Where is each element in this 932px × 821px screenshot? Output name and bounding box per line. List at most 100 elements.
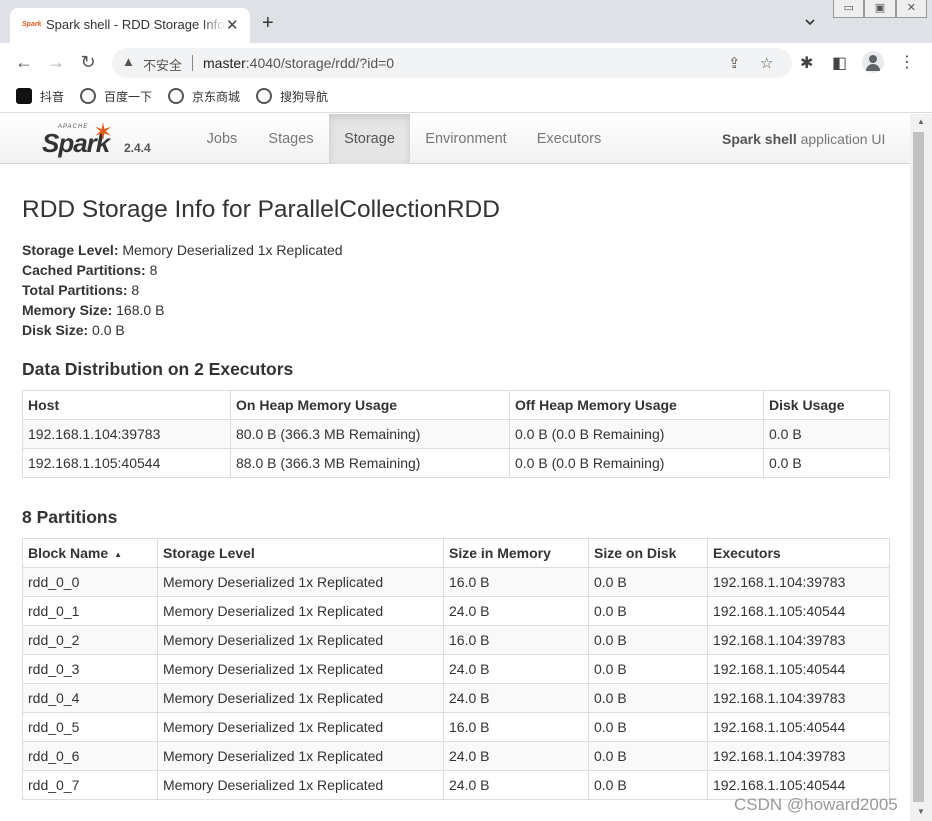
browser-tab[interactable]: Spark Spark shell - RDD Storage Info for…: [10, 8, 250, 43]
table-cell: rdd_0_5: [22, 712, 158, 742]
nav-stages[interactable]: Stages: [256, 114, 326, 164]
bookmark-label: 百度一下: [104, 90, 153, 104]
share-icon[interactable]: ⇪: [728, 54, 741, 72]
table-cell: 24.0 B: [443, 683, 589, 713]
new-tab-icon[interactable]: +: [262, 13, 274, 33]
spark-favicon-icon: Spark: [22, 21, 42, 28]
close-tab-icon[interactable]: ✕: [226, 16, 239, 34]
table-cell: rdd_0_1: [22, 596, 158, 626]
partitions-table: Block Name ▲ Storage Level Size in Memory…: [22, 538, 890, 800]
douyin-icon: [16, 88, 32, 104]
table-cell: rdd_0_3: [22, 654, 158, 684]
tab-strip: Spark Spark shell - RDD Storage Info for…: [0, 0, 932, 43]
side-panel-icon[interactable]: ◧: [832, 53, 847, 73]
table-cell: Memory Deserialized 1x Replicated: [157, 741, 444, 771]
close-window-icon[interactable]: ✕: [895, 0, 927, 18]
warning-icon[interactable]: ▲: [122, 54, 135, 69]
forward-arrow-icon[interactable]: →: [46, 52, 66, 72]
scroll-down-icon[interactable]: ▼: [917, 807, 925, 816]
security-label[interactable]: 不安全: [143, 55, 182, 74]
table-row: rdd_0_5 Memory Deserialized 1x Replicated…: [22, 712, 890, 742]
table-cell: 0.0 B: [588, 567, 708, 597]
table-header-row: Host On Heap Memory Usage Off Heap Memor…: [22, 390, 890, 420]
table-row: 192.168.1.104:39783 80.0 B (366.3 MB Rema…: [22, 419, 890, 449]
table-cell: rdd_0_2: [22, 625, 158, 655]
partitions-heading: 8 Partitions: [22, 507, 118, 527]
scroll-up-icon[interactable]: ▲: [917, 117, 925, 126]
sort-ascending-icon: ▲: [114, 550, 123, 559]
table-cell: 0.0 B (0.0 B Remaining): [509, 448, 764, 478]
table-cell: 16.0 B: [443, 712, 589, 742]
table-cell: Memory Deserialized 1x Replicated: [157, 625, 444, 655]
chevron-down-icon[interactable]: [804, 16, 816, 28]
column-header-block-name[interactable]: Block Name ▲: [22, 538, 158, 568]
column-header[interactable]: Size on Disk: [588, 538, 708, 568]
extensions-icon[interactable]: ✱: [800, 53, 813, 73]
url-text[interactable]: master:4040/storage/rdd/?id=0: [203, 55, 394, 71]
vertical-scrollbar[interactable]: ▲ ▼: [910, 114, 932, 821]
globe-icon: [256, 88, 272, 104]
restore-icon[interactable]: ▣: [864, 0, 896, 18]
table-cell: 192.168.1.105:40544: [707, 654, 890, 684]
table-cell: 24.0 B: [443, 654, 589, 684]
table-cell: 0.0 B: [763, 448, 890, 478]
column-header[interactable]: Off Heap Memory Usage: [509, 390, 764, 420]
table-cell: Memory Deserialized 1x Replicated: [157, 596, 444, 626]
column-header[interactable]: Storage Level: [157, 538, 444, 568]
nav-executors[interactable]: Executors: [526, 114, 612, 164]
summary-label: Storage Level:: [22, 242, 119, 258]
reload-icon[interactable]: ↻: [78, 52, 98, 72]
table-cell: 192.168.1.105:40544: [22, 448, 231, 478]
bookmark-sogou[interactable]: 搜狗导航: [256, 87, 328, 107]
table-row: rdd_0_1 Memory Deserialized 1x Replicated…: [22, 596, 890, 626]
more-menu-icon[interactable]: ⋮: [899, 52, 915, 72]
summary-value: Memory Deserialized 1x Replicated: [118, 242, 343, 258]
table-cell: 192.168.1.104:39783: [22, 419, 231, 449]
table-cell: 24.0 B: [443, 596, 589, 626]
summary-label: Disk Size:: [22, 322, 89, 338]
table-row: rdd_0_6 Memory Deserialized 1x Replicated…: [22, 741, 890, 771]
bookmark-jd[interactable]: 京东商城: [168, 87, 240, 107]
bookmark-douyin[interactable]: 抖音: [16, 87, 64, 107]
table-cell: 192.168.1.104:39783: [707, 683, 890, 713]
summary-value: 8: [127, 282, 140, 298]
nav-jobs[interactable]: Jobs: [192, 114, 252, 164]
summary-value: 8: [145, 262, 158, 278]
table-cell: 0.0 B: [588, 741, 708, 771]
bookmark-baidu[interactable]: 百度一下: [80, 87, 152, 107]
window-controls: ▭ ▣ ✕: [833, 0, 927, 18]
divider: [192, 55, 193, 71]
globe-icon: [168, 88, 184, 104]
watermark: CSDN @howard2005: [734, 795, 898, 814]
column-header[interactable]: Size in Memory: [443, 538, 589, 568]
globe-icon: [80, 88, 96, 104]
table-cell: rdd_0_0: [22, 567, 158, 597]
summary-label: Memory Size:: [22, 302, 113, 318]
app-suffix: application UI: [796, 131, 886, 147]
bookmark-star-icon[interactable]: ☆: [760, 54, 773, 72]
bookmark-label: 抖音: [40, 90, 65, 104]
minimize-icon[interactable]: ▭: [833, 0, 865, 18]
column-header[interactable]: Disk Usage: [763, 390, 890, 420]
table-cell: Memory Deserialized 1x Replicated: [157, 770, 444, 800]
back-arrow-icon[interactable]: ←: [14, 52, 34, 72]
profile-avatar-icon[interactable]: [862, 51, 884, 73]
column-header[interactable]: Executors: [707, 538, 890, 568]
url-host: master: [203, 55, 246, 71]
url-path: :4040/storage/rdd/?id=0: [245, 55, 395, 71]
column-header[interactable]: On Heap Memory Usage: [230, 390, 510, 420]
summary-disk-size: Disk Size: 0.0 B: [22, 322, 343, 342]
scrollbar-thumb[interactable]: [913, 132, 924, 802]
column-header[interactable]: Host: [22, 390, 231, 420]
table-cell: 192.168.1.104:39783: [707, 741, 890, 771]
rdd-summary: Storage Level: Memory Deserialized 1x Re…: [22, 242, 343, 342]
table-cell: 16.0 B: [443, 625, 589, 655]
summary-cached-partitions: Cached Partitions: 8: [22, 262, 343, 282]
table-cell: 192.168.1.104:39783: [707, 567, 890, 597]
table-row: rdd_0_2 Memory Deserialized 1x Replicated…: [22, 625, 890, 655]
address-bar[interactable]: ▲ 不安全 master:4040/storage/rdd/?id=0 ⇪ ☆: [112, 48, 792, 78]
table-cell: Memory Deserialized 1x Replicated: [157, 712, 444, 742]
nav-environment[interactable]: Environment: [414, 114, 518, 164]
table-cell: 0.0 B (0.0 B Remaining): [509, 419, 764, 449]
nav-storage[interactable]: Storage: [329, 114, 410, 164]
